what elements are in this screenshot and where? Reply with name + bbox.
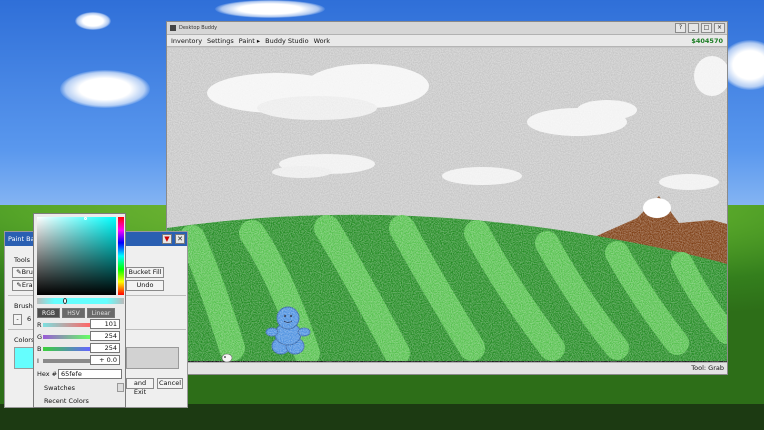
- help-button[interactable]: ?: [675, 23, 686, 33]
- close-button[interactable]: ×: [714, 23, 725, 33]
- hex-input[interactable]: 65fefe: [58, 369, 122, 379]
- channel-i-slider[interactable]: [43, 359, 90, 363]
- color-slider[interactable]: [37, 298, 124, 304]
- eraser-tool-label: Era: [21, 281, 33, 289]
- color-picker-popup: RGB HSV Linear R 101 G 254 B 254 I + 0.0…: [33, 213, 126, 408]
- cancel-button[interactable]: Cancel: [157, 378, 183, 389]
- channel-r-label: R: [37, 321, 42, 329]
- channel-g-label: G: [37, 333, 43, 341]
- tab-rgb[interactable]: RGB: [37, 308, 60, 318]
- recent-colors-label: Recent Colors: [44, 397, 89, 405]
- sv-cursor[interactable]: [84, 217, 87, 220]
- menu-work[interactable]: Work: [314, 37, 330, 45]
- maximize-button[interactable]: □: [701, 23, 712, 33]
- painted-scene: [167, 48, 727, 362]
- window-titlebar[interactable]: Desktop Buddy ? _ □ ×: [167, 22, 727, 35]
- tab-linear[interactable]: Linear: [87, 308, 115, 318]
- channel-i-label: I: [37, 357, 39, 365]
- sky-cloud: [75, 12, 111, 30]
- paint-bar-title: Paint Ba: [8, 235, 35, 243]
- channel-b-field[interactable]: 254: [90, 343, 120, 353]
- menu-inventory[interactable]: Inventory: [171, 37, 202, 45]
- current-color-swatch[interactable]: [14, 347, 34, 369]
- brush-size-value: 6: [27, 315, 32, 323]
- window-title: Desktop Buddy: [179, 25, 218, 31]
- save-and-exit-button[interactable]: and Exit: [126, 378, 154, 396]
- swatches-label: Swatches: [44, 384, 76, 392]
- channel-g-field[interactable]: 254: [90, 331, 120, 341]
- tab-hsv[interactable]: HSV: [62, 308, 85, 318]
- slider-handle[interactable]: [63, 298, 67, 304]
- menu-paint[interactable]: Paint ▸: [239, 37, 260, 45]
- brush-heading: Brush: [14, 302, 33, 310]
- channel-g-slider[interactable]: [43, 335, 90, 339]
- sky-cloud: [60, 70, 150, 108]
- channel-i-field[interactable]: + 0.0: [90, 355, 120, 365]
- channel-r-field[interactable]: 101: [90, 319, 120, 329]
- hex-label: Hex #: [37, 370, 58, 378]
- minimize-button[interactable]: _: [688, 23, 699, 33]
- brush-tool-label: Bru: [21, 268, 33, 276]
- bucket-fill-button[interactable]: Bucket Fill: [126, 267, 164, 278]
- channel-b-label: B: [37, 345, 42, 353]
- channel-r-slider[interactable]: [43, 323, 90, 327]
- paint-canvas[interactable]: [167, 48, 727, 362]
- menu-bar: Inventory Settings Paint ▸ Buddy Studio …: [167, 35, 727, 47]
- color-preview-box: [126, 347, 179, 369]
- hue-slider[interactable]: [118, 217, 124, 295]
- status-bar: Tool: Grab: [167, 362, 727, 374]
- saturation-value-field[interactable]: [37, 217, 116, 295]
- colors-heading: Colors: [14, 336, 35, 344]
- pin-icon[interactable]: ▼: [162, 234, 172, 244]
- app-window: Desktop Buddy ? _ □ × Inventory Settings…: [166, 21, 728, 375]
- undo-button[interactable]: Undo: [126, 280, 164, 291]
- channel-b-slider[interactable]: [43, 347, 90, 351]
- menu-settings[interactable]: Settings: [207, 37, 234, 45]
- current-tool-label: Tool: Grab: [691, 364, 724, 372]
- app-icon: [170, 25, 176, 31]
- sky-cloud: [215, 0, 325, 18]
- brush-size-decrease[interactable]: -: [13, 314, 22, 325]
- swatches-expand-toggle[interactable]: [117, 383, 124, 392]
- close-icon[interactable]: ✕: [175, 234, 185, 244]
- menu-buddy-studio[interactable]: Buddy Studio: [265, 37, 308, 45]
- tools-heading: Tools: [14, 256, 31, 264]
- money-counter: $404570: [691, 36, 723, 45]
